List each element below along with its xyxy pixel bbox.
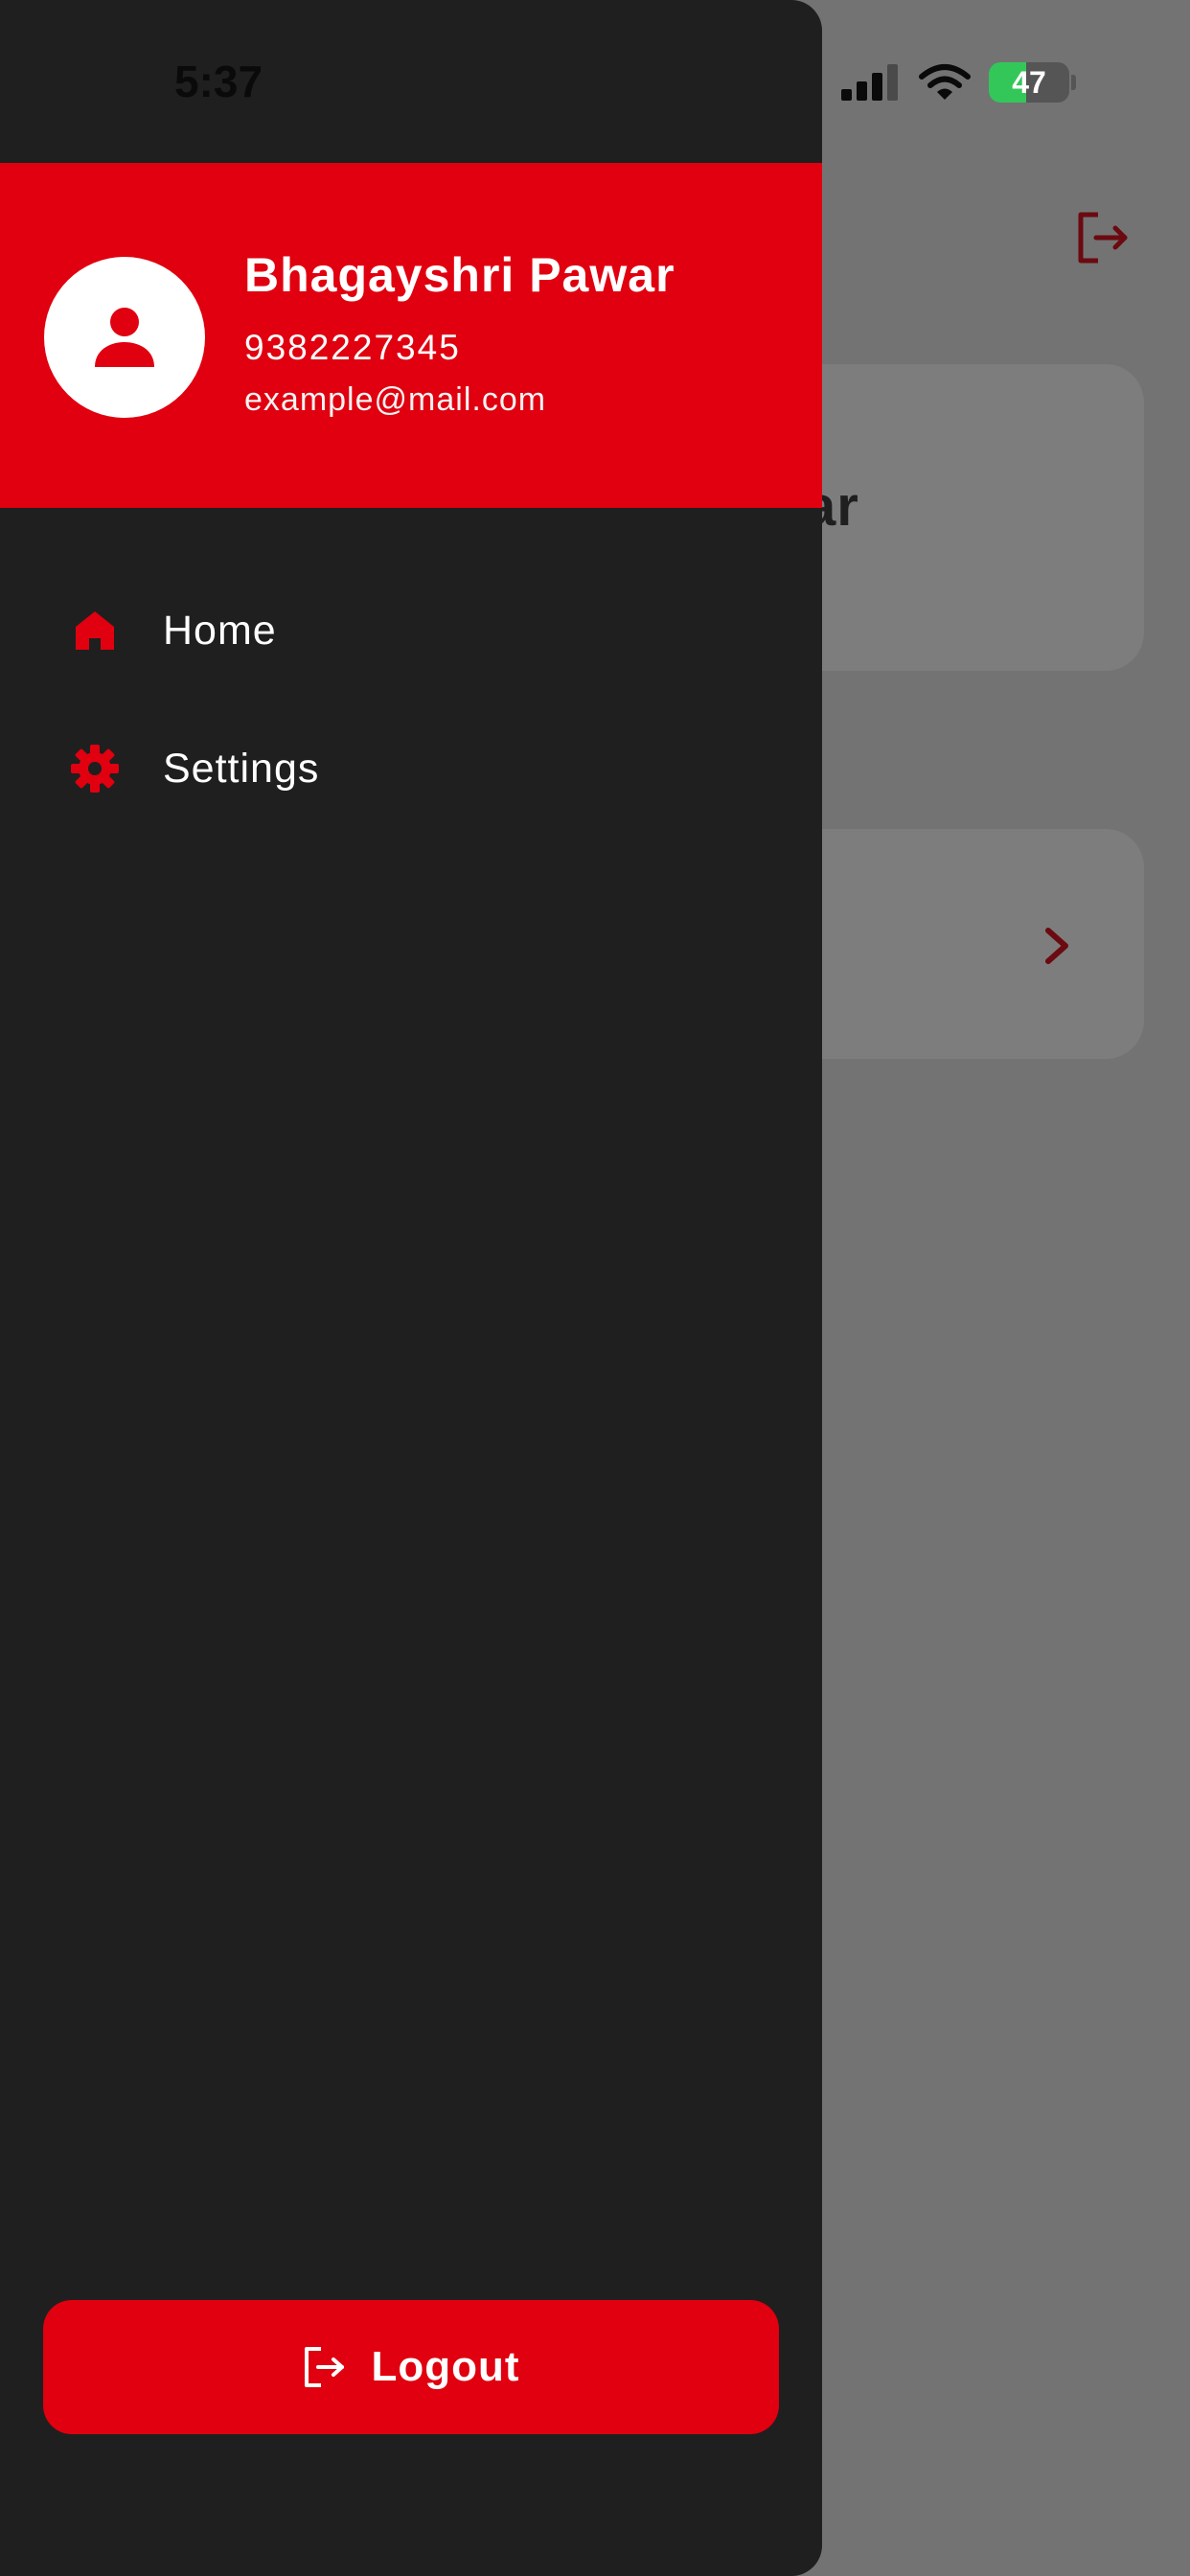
user-name: Bhagayshri Pawar	[244, 248, 675, 302]
battery-icon: 47	[989, 62, 1069, 103]
battery-cap	[1071, 75, 1076, 90]
home-icon	[69, 605, 121, 656]
status-indicators: 47	[841, 58, 1076, 107]
logout-icon	[305, 2347, 345, 2387]
logout-button[interactable]: Logout	[43, 2300, 779, 2434]
app-screen: ar Bhagayshri Pawar 9382227345 example@m…	[0, 0, 1190, 2576]
battery-level: 47	[1012, 64, 1046, 100]
gear-icon	[69, 743, 121, 794]
drawer-item-settings[interactable]: Settings	[0, 711, 822, 826]
drawer-item-home[interactable]: Home	[0, 573, 822, 688]
drawer-item-label: Settings	[163, 745, 320, 792]
person-icon	[95, 308, 154, 367]
navigation-drawer: Bhagayshri Pawar 9382227345 example@mail…	[0, 0, 822, 2576]
user-phone: 9382227345	[244, 328, 461, 367]
logout-label: Logout	[371, 2343, 520, 2390]
status-time: 5:37	[174, 57, 263, 106]
user-email: example@mail.com	[244, 381, 547, 418]
signal-icon	[841, 64, 898, 101]
drawer-item-label: Home	[163, 607, 277, 654]
drawer-header: Bhagayshri Pawar 9382227345 example@mail…	[0, 163, 822, 508]
logout-icon	[1078, 212, 1128, 264]
chevron-right-icon	[1045, 928, 1068, 964]
avatar	[44, 257, 205, 418]
wifi-icon	[919, 64, 971, 100]
